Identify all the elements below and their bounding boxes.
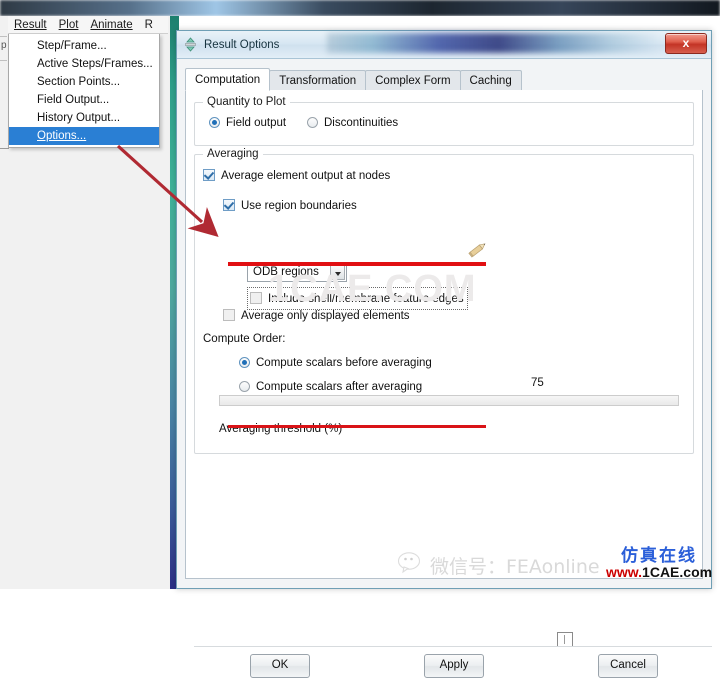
annotation-underline-threshold	[228, 425, 486, 428]
tab-caching[interactable]: Caching	[459, 70, 522, 91]
checkbox-include-shell-edges-label: Include shell/membrane feature edges	[268, 293, 464, 305]
tab-computation-label: Computation	[195, 74, 261, 86]
menu-report[interactable]: R	[145, 19, 153, 31]
averaging-threshold-value: 75	[531, 377, 544, 389]
menu-bar: Result Plot Animate R	[8, 16, 168, 34]
checkbox-include-shell-edges[interactable]: Include shell/membrane feature edges	[247, 287, 468, 310]
radio-discontinuities[interactable]: Discontinuities	[307, 117, 398, 129]
checkbox-average-element-output-indicator	[203, 169, 215, 181]
tab-complex-form[interactable]: Complex Form	[365, 70, 461, 91]
checkbox-use-region-boundaries-indicator	[223, 199, 235, 211]
compute-order-label: Compute Order:	[203, 333, 286, 345]
menu-plot[interactable]: Plot	[59, 19, 79, 31]
panel-divider-mid	[0, 60, 7, 61]
checkbox-use-region-boundaries[interactable]: Use region boundaries	[223, 199, 357, 212]
radio-field-output-label: Field output	[226, 117, 287, 129]
averaging-group: Averaging Average element output at node…	[194, 148, 694, 647]
menu-item-history-output[interactable]: History Output...	[9, 109, 159, 127]
menu-animate-label: Animate	[90, 18, 133, 31]
checkbox-average-only-displayed[interactable]: Average only displayed elements	[223, 309, 410, 322]
radio-discontinuities-indicator	[307, 117, 318, 128]
radio-compute-after-averaging-label: Compute scalars after averaging	[256, 381, 423, 393]
menu-item-options[interactable]: Options...	[9, 127, 159, 145]
panel-divider-top	[0, 36, 7, 37]
desktop-top-strip	[0, 0, 720, 16]
menu-report-label: R	[144, 18, 153, 31]
tab-caching-label: Caching	[469, 75, 512, 87]
radio-compute-before-averaging-indicator	[239, 357, 250, 368]
close-icon[interactable]: x	[665, 33, 707, 54]
menu-item-step-frame-label: Step/Frame...	[37, 40, 107, 52]
cancel-button[interactable]: Cancel	[598, 654, 658, 678]
menu-item-history-output-label: History Output...	[37, 112, 121, 124]
radio-compute-after-averaging[interactable]: Compute scalars after averaging	[239, 381, 422, 393]
region-type-combobox-value: ODB regions	[253, 266, 319, 278]
dialog-button-bar: OK Apply Cancel	[194, 638, 712, 678]
menu-item-field-output-label: Field Output...	[37, 94, 110, 106]
menu-result[interactable]: Result	[14, 19, 47, 31]
tab-complex-form-label: Complex Form	[375, 75, 451, 87]
menu-item-step-frame[interactable]: Step/Frame...	[9, 37, 159, 55]
quantity-to-plot-group: Quantity to Plot Field output Discontinu…	[194, 96, 694, 146]
panel-divider-bottom	[0, 148, 9, 149]
menu-animate[interactable]: Animate	[90, 19, 132, 31]
menu-item-section-points-label: Section Points...	[37, 76, 121, 88]
checkbox-average-only-displayed-indicator	[223, 309, 235, 321]
radio-compute-before-averaging-label: Compute scalars before averaging	[256, 357, 432, 369]
dialog-title: Result Options	[204, 38, 280, 51]
menu-result-label: Result	[14, 18, 47, 31]
checkbox-average-element-output[interactable]: Average element output at nodes	[203, 169, 390, 182]
checkbox-average-only-displayed-label: Average only displayed elements	[241, 310, 410, 322]
dialog-tab-strip: Computation Transformation Complex Form …	[185, 67, 703, 92]
menu-plot-label: Plot	[58, 18, 79, 31]
menu-item-active-steps-frames[interactable]: Active Steps/Frames...	[9, 55, 159, 73]
checkbox-include-shell-edges-indicator	[250, 292, 262, 304]
result-options-dialog: Result Options x Computation Transformat…	[176, 30, 712, 678]
averaging-threshold-slider[interactable]	[219, 395, 679, 647]
menu-item-field-output[interactable]: Field Output...	[9, 91, 159, 109]
abaqus-diamond-icon	[183, 37, 198, 52]
ok-button[interactable]: OK	[250, 654, 310, 678]
tab-computation[interactable]: Computation	[185, 68, 271, 91]
radio-compute-before-averaging[interactable]: Compute scalars before averaging	[239, 357, 432, 369]
menu-item-options-label: Options...	[37, 130, 87, 142]
chevron-down-icon[interactable]	[330, 265, 345, 280]
edge-label: p	[1, 40, 7, 51]
computation-tab-panel: Quantity to Plot Field output Discontinu…	[185, 90, 712, 678]
radio-field-output-indicator	[209, 117, 220, 128]
radio-discontinuities-label: Discontinuities	[324, 117, 399, 129]
title-bar-blur-overlay	[327, 33, 657, 53]
checkbox-use-region-boundaries-label: Use region boundaries	[241, 200, 357, 212]
tab-transformation[interactable]: Transformation	[269, 70, 367, 91]
apply-button[interactable]: Apply	[424, 654, 484, 678]
annotation-underline-shell-edges	[228, 262, 486, 266]
averaging-title: Averaging	[203, 148, 263, 160]
button-bar-separator	[194, 646, 712, 647]
quantity-to-plot-title: Quantity to Plot	[203, 96, 290, 108]
result-menu-dropdown: Step/Frame... Active Steps/Frames... Sec…	[8, 34, 160, 148]
radio-field-output[interactable]: Field output	[209, 117, 286, 129]
tab-transformation-label: Transformation	[279, 75, 357, 87]
menu-item-section-points[interactable]: Section Points...	[9, 73, 159, 91]
checkbox-average-element-output-label: Average element output at nodes	[221, 170, 391, 182]
dialog-title-bar[interactable]: Result Options x	[177, 31, 711, 59]
radio-compute-after-averaging-indicator	[239, 381, 250, 392]
menu-item-active-steps-frames-label: Active Steps/Frames...	[37, 58, 153, 70]
